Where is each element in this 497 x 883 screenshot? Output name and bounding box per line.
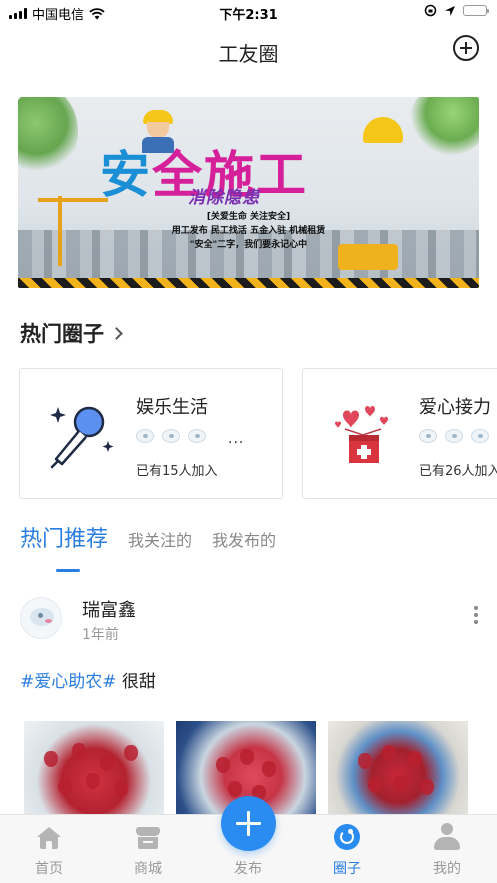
tab-label: 我的	[433, 861, 461, 877]
banner-subtitle: 消除隐患	[188, 188, 260, 208]
avatar[interactable]	[20, 597, 62, 639]
feed-tabs: 热门推荐 我关注的 我发布的	[20, 521, 276, 553]
circle-refresh-icon	[334, 824, 360, 850]
post-time: 1年前	[82, 627, 119, 643]
circle-carousel[interactable]: 娱乐生活 ... 已有15人加入 爱心接力 已有26人加入	[19, 368, 497, 499]
avatar	[136, 429, 154, 443]
status-time: 下午2:31	[219, 8, 278, 23]
banner-image[interactable]: 安全施工 消除隐患 [关爱生命 关注安全] 用工发布 民工找活 五金入驻 机械租…	[18, 97, 479, 288]
microphone-icon	[42, 395, 118, 471]
circle-name: 爱心接力	[419, 397, 491, 418]
tab-label: 首页	[35, 861, 63, 877]
post-text: 很甜	[116, 672, 156, 692]
plus-circle-icon[interactable]	[453, 35, 479, 61]
post-content: #爱心助农# 很甜	[20, 667, 156, 692]
banner-line-2: 用工发布 民工找活 五金入驻 机械租赁	[171, 226, 326, 236]
tab-label: 发布	[234, 861, 262, 877]
joined-count: 已有15人加入	[136, 464, 218, 479]
banner-headline-char: 安	[100, 146, 152, 204]
leaf-decoration	[18, 97, 78, 177]
joined-count: 已有26人加入	[419, 464, 497, 479]
leaf-decoration	[409, 97, 479, 155]
hashtag-link[interactable]: #爱心助农#	[20, 672, 117, 692]
tab-my-posts[interactable]: 我发布的	[212, 527, 276, 551]
avatar	[188, 429, 206, 443]
location-arrow-icon	[445, 5, 455, 16]
chevron-right-icon	[110, 327, 123, 340]
publish-plus-button[interactable]	[221, 796, 276, 851]
avatar	[162, 429, 180, 443]
more-vertical-icon[interactable]	[473, 606, 479, 626]
more-members: ...	[228, 431, 245, 447]
person-icon	[434, 823, 460, 851]
avatar	[419, 429, 437, 443]
tab-hot-recommend[interactable]: 热门推荐	[20, 521, 108, 553]
circle-name: 娱乐生活	[136, 397, 208, 418]
banner-line-3: "安全"二字，我们要永记心中	[189, 240, 308, 250]
tab-home[interactable]: 首页	[9, 815, 89, 883]
excavator-illustration	[338, 244, 398, 270]
crane-arm	[38, 198, 108, 202]
tab-label: 商城	[134, 861, 162, 877]
banner-line-1: [关爱生命 关注安全]	[206, 212, 291, 222]
status-right	[424, 4, 489, 17]
post-photo[interactable]	[24, 721, 164, 821]
post-author[interactable]: 瑞富鑫	[82, 596, 136, 622]
tab-shop[interactable]: 商城	[108, 815, 188, 883]
banner-headline-char: 工	[256, 146, 308, 204]
status-bar: 中国电信 下午2:31	[0, 0, 497, 24]
avatar	[471, 429, 489, 443]
post-photo[interactable]	[328, 721, 468, 821]
tab-circle[interactable]: 圈子	[307, 815, 387, 883]
tab-label: 圈子	[333, 861, 361, 877]
member-avatars	[136, 429, 206, 443]
hot-circles-header[interactable]: 热门圈子	[20, 318, 123, 348]
circle-card[interactable]: 爱心接力 已有26人加入	[302, 368, 497, 499]
nav-bar: 工友圈	[0, 24, 497, 80]
home-icon	[37, 827, 61, 849]
hardhat-icon	[363, 117, 403, 143]
page-title: 工友圈	[218, 42, 279, 66]
shop-icon	[136, 827, 160, 849]
tab-me[interactable]: 我的	[407, 815, 487, 883]
avatar	[445, 429, 463, 443]
donation-box-icon	[325, 395, 401, 471]
active-tab-indicator	[56, 569, 80, 572]
hazard-stripe	[18, 278, 479, 288]
orientation-lock-icon	[424, 4, 437, 17]
battery-icon	[463, 5, 489, 16]
tab-following[interactable]: 我关注的	[128, 527, 192, 551]
circle-card[interactable]: 娱乐生活 ... 已有15人加入	[19, 368, 283, 499]
member-avatars	[419, 429, 489, 443]
section-title: 热门圈子	[20, 322, 104, 346]
